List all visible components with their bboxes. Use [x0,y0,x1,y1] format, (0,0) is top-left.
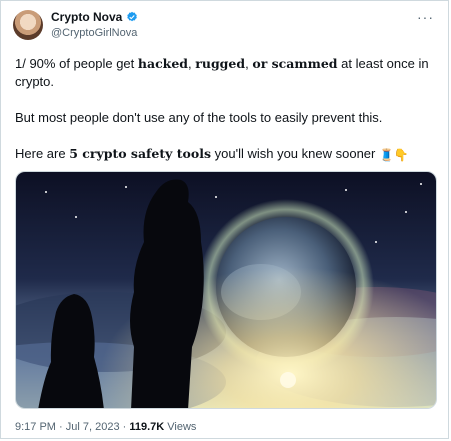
tweet-media-image[interactable] [15,171,437,409]
more-horizontal-icon[interactable]: ··· [417,9,434,25]
verified-badge-icon [127,11,138,22]
author-row: Crypto Nova [51,10,138,24]
author-handle[interactable]: @CryptoGirlNova [51,27,137,39]
tweet-paragraph-1: 1/ 90% of people get hacked, rugged, or … [15,56,429,89]
author-name[interactable]: Crypto Nova [51,10,122,24]
avatar[interactable] [13,10,43,40]
tweet-meta: 9:17 PM · Jul 7, 2023 · 119.7K Views [15,421,197,433]
tweet-date[interactable]: Jul 7, 2023 [66,421,120,433]
media-artwork [16,172,436,408]
tweet-card[interactable]: Crypto Nova @CryptoGirlNova ··· 1/ 90% o… [0,0,449,439]
tweet-paragraph-3: Here are 5 crypto safety tools you'll wi… [15,146,409,162]
tweet-time[interactable]: 9:17 PM [15,421,56,433]
pointing-down-hand-icon: 👇 [393,148,409,162]
tweet-paragraph-2: But most people don't use any of the too… [15,110,383,125]
thread-icon: 🧵 [378,148,394,162]
views-count: 119.7K [129,421,165,433]
views-label: Views [164,421,197,433]
